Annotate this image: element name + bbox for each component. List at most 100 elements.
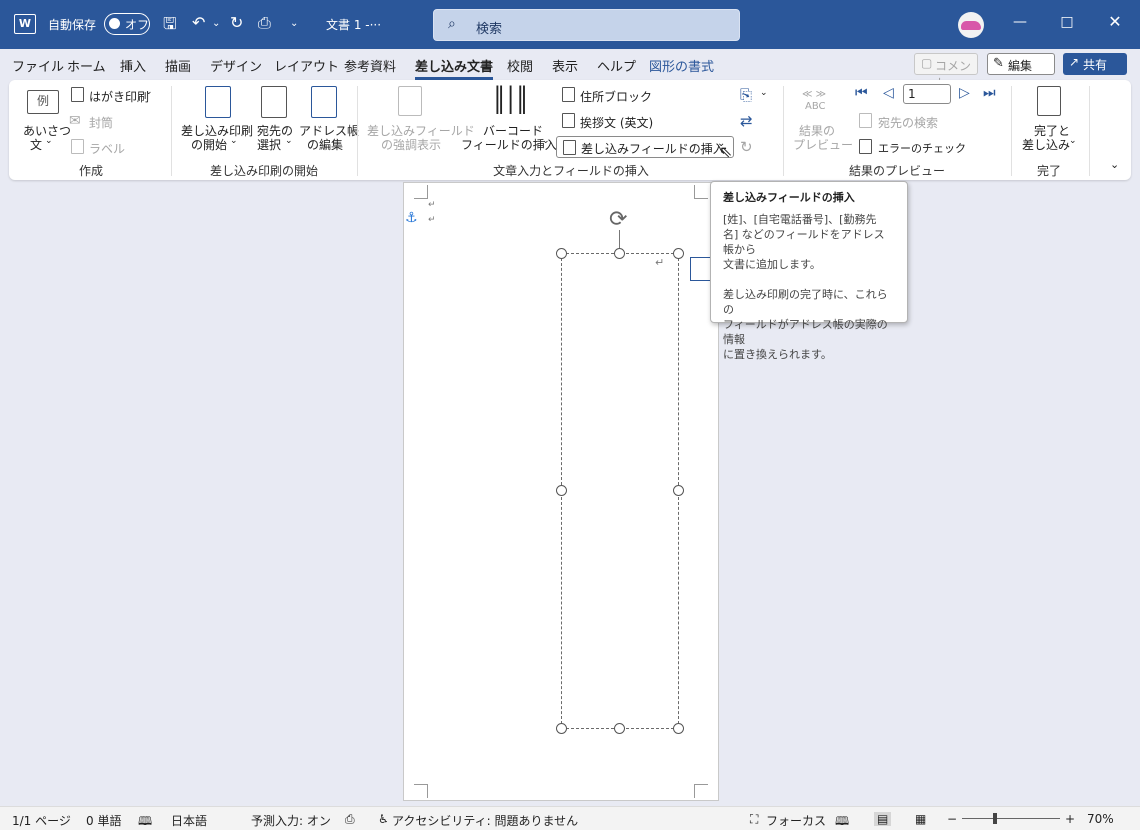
chevron-down-icon[interactable]: ⌄	[285, 136, 293, 146]
labels-button[interactable]: ラベル	[89, 140, 125, 157]
postcard-print-button[interactable]: はがき印刷	[89, 88, 149, 105]
update-labels-icon[interactable]: ↻	[740, 138, 753, 156]
chevron-down-icon[interactable]: ⌄	[1069, 136, 1077, 146]
avatar[interactable]	[958, 12, 984, 38]
tooltip-line: [姓]、[自宅電話番号]、[勤務先	[723, 213, 877, 226]
match-fields-icon[interactable]: ⇄	[740, 112, 753, 130]
resize-handle[interactable]	[556, 485, 567, 496]
greeting-button-line2[interactable]: 文	[30, 136, 42, 153]
resize-handle[interactable]	[673, 248, 684, 259]
word-count[interactable]: 0 単語	[86, 812, 121, 829]
preview-results-line2[interactable]: プレビュー	[793, 136, 853, 153]
zoom-level[interactable]: 70%	[1087, 812, 1114, 826]
next-record-icon[interactable]: ▷	[959, 85, 970, 101]
finish-merge-line2[interactable]: 差し込み	[1022, 136, 1070, 153]
chevron-down-icon[interactable]: ⌄	[760, 88, 768, 98]
proofing-icon[interactable]: 🕮	[138, 812, 152, 830]
edit-button[interactable]: 編集	[987, 53, 1055, 75]
mouse-cursor-icon: ⇖	[719, 142, 733, 161]
resize-handle[interactable]	[673, 723, 684, 734]
paragraph-mark: ↵	[428, 200, 436, 210]
document-title[interactable]: 文書 1 -···	[326, 16, 381, 33]
collapse-ribbon-icon[interactable]: ⌄	[1110, 158, 1119, 171]
tab-home[interactable]: ホーム	[67, 56, 106, 75]
address-block-button[interactable]: 住所ブロック	[580, 88, 652, 105]
tab-file[interactable]: ファイル	[12, 56, 64, 75]
tooltip-body: [姓]、[自宅電話番号]、[勤務先 名] などのフィールドをアドレス帳から 文書…	[723, 212, 895, 362]
chevron-down-icon[interactable]: ⌄	[145, 87, 153, 97]
rules-icon[interactable]: ⎘	[740, 86, 752, 104]
find-recipient-button[interactable]: 宛先の検索	[878, 114, 938, 131]
chevron-down-icon[interactable]: ⌄	[230, 136, 238, 146]
tooltip-line: 差し込み印刷の完了時に、これらの	[723, 288, 888, 316]
start-mail-merge-line2[interactable]: の開始	[191, 136, 227, 153]
resize-handle[interactable]	[614, 248, 625, 259]
check-errors-button[interactable]: エラーのチェック	[878, 140, 966, 156]
undo-icon[interactable]: ↶	[192, 13, 205, 32]
search-box[interactable]: ⌕ 検索	[433, 9, 740, 41]
print-preview-icon[interactable]: ⎙	[258, 13, 271, 33]
tab-design[interactable]: デザイン	[210, 56, 262, 75]
previous-record-icon[interactable]: ◁	[883, 85, 894, 101]
resize-handle[interactable]	[556, 248, 567, 259]
zoom-slider[interactable]	[962, 818, 1060, 819]
group-separator	[783, 86, 784, 176]
last-record-icon[interactable]: ⏭	[983, 85, 996, 101]
print-layout-icon[interactable]: ▤	[874, 812, 892, 826]
read-mode-icon[interactable]: 🕮	[835, 812, 849, 830]
rotate-icon[interactable]: ⟳	[609, 207, 627, 232]
language[interactable]: 日本語	[171, 812, 207, 829]
customize-qat-icon[interactable]: ⌄	[290, 18, 298, 29]
comment-button[interactable]: コメント	[914, 53, 978, 90]
focus-button[interactable]: フォーカス	[766, 812, 826, 829]
resize-handle[interactable]	[673, 485, 684, 496]
web-layout-icon[interactable]: ▦	[915, 812, 926, 826]
tab-layout[interactable]: レイアウト	[274, 56, 339, 75]
resize-handle[interactable]	[556, 723, 567, 734]
envelope-button[interactable]: 封筒	[89, 114, 113, 131]
zoom-in-button[interactable]: +	[1065, 812, 1075, 826]
chevron-down-icon[interactable]: ⌄	[542, 136, 550, 146]
first-record-icon[interactable]: ⏮	[855, 85, 868, 101]
margin-corner	[694, 784, 708, 798]
page-count[interactable]: 1/1 ページ	[12, 812, 71, 829]
maximize-icon[interactable]: □	[1057, 14, 1077, 30]
tab-mailings[interactable]: 差し込み文書	[415, 56, 494, 80]
accessibility-status[interactable]: アクセシビリティ: 問題ありません	[392, 812, 578, 829]
autosave-toggle[interactable]: オフ	[104, 13, 150, 35]
labels-icon	[71, 139, 84, 154]
tab-draw[interactable]: 描画	[165, 56, 191, 75]
track-changes-icon[interactable]: ⎙	[345, 812, 355, 827]
text-box[interactable]: ↵	[561, 253, 679, 729]
close-icon[interactable]: ✕	[1105, 12, 1125, 31]
tab-insert[interactable]: 挿入	[120, 56, 146, 75]
tab-view[interactable]: 表示	[552, 56, 578, 75]
tab-shape-format[interactable]: 図形の書式	[649, 56, 714, 75]
edit-recipients-line2[interactable]: の編集	[307, 136, 343, 153]
envelope-icon: ✉	[69, 113, 81, 129]
predictive-input[interactable]: 予測入力: オン	[251, 812, 331, 829]
chevron-down-icon[interactable]: ⌄	[45, 136, 53, 146]
insert-merge-field-button[interactable]: 差し込みフィールドの挿入 ⌄	[556, 136, 734, 158]
tab-references[interactable]: 参考資料	[344, 56, 396, 75]
tab-review[interactable]: 校閲	[507, 56, 533, 75]
layout-options-icon[interactable]	[690, 257, 710, 281]
select-recipients-line2[interactable]: 選択	[257, 136, 281, 153]
zoom-out-button[interactable]: −	[947, 812, 957, 826]
greeting-line-button[interactable]: 挨拶文 (英文)	[580, 114, 653, 131]
group-separator	[1011, 86, 1012, 176]
record-number-input[interactable]: 1	[903, 84, 951, 104]
autosave-label: 自動保存	[48, 18, 97, 32]
focus-icon: ⛶	[750, 812, 759, 826]
save-icon[interactable]: 🖫	[163, 13, 177, 40]
paragraph-mark: ↵	[428, 215, 436, 225]
ribbon: 例 あいさつ 文 ⌄ はがき印刷 ⌄ ✉ 封筒 ラベル 作成 差し込み印刷 の開…	[9, 80, 1131, 180]
undo-dropdown-icon[interactable]: ⌄	[212, 18, 220, 29]
highlight-fields-line2[interactable]: の強調表示	[381, 136, 441, 153]
tab-help[interactable]: ヘルプ	[597, 56, 636, 75]
zoom-slider-thumb[interactable]	[993, 813, 997, 824]
resize-handle[interactable]	[614, 723, 625, 734]
minimize-icon[interactable]: —	[1010, 14, 1030, 30]
redo-icon[interactable]: ↻	[230, 13, 243, 32]
share-button[interactable]: 共有	[1063, 53, 1127, 75]
